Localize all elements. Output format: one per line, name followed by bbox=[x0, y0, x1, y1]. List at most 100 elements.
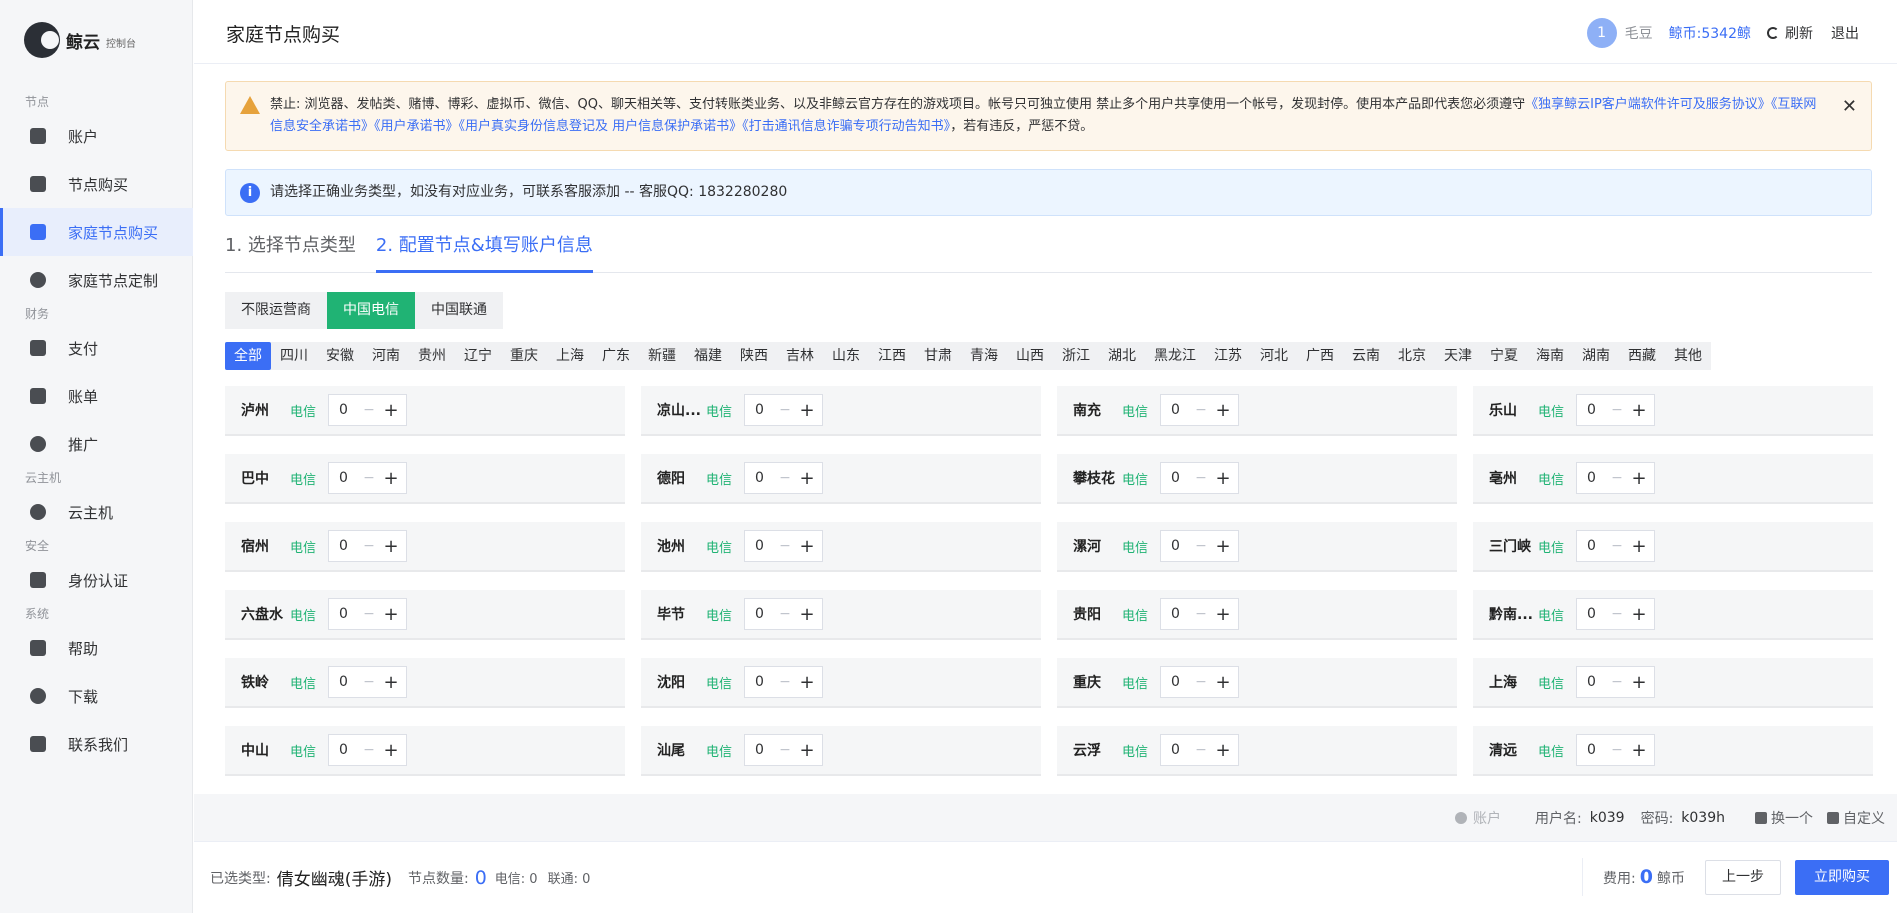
isp-telecom-button[interactable]: 中国电信 bbox=[327, 292, 415, 329]
quantity-stepper[interactable]: 0− + bbox=[328, 530, 407, 562]
quantity-stepper[interactable]: 0− + bbox=[328, 598, 407, 630]
quantity-value[interactable]: 0 bbox=[1161, 606, 1191, 622]
quantity-value[interactable]: 0 bbox=[329, 606, 359, 622]
increment-button[interactable]: + bbox=[1211, 604, 1235, 625]
increment-button[interactable]: + bbox=[1627, 536, 1651, 557]
decrement-button[interactable]: − bbox=[775, 402, 795, 418]
increment-button[interactable]: + bbox=[379, 400, 403, 421]
increment-button[interactable]: + bbox=[795, 604, 819, 625]
increment-button[interactable]: + bbox=[379, 468, 403, 489]
decrement-button[interactable]: − bbox=[775, 606, 795, 622]
region-tab[interactable]: 辽宁 bbox=[455, 342, 501, 370]
region-tab[interactable]: 四川 bbox=[271, 342, 317, 370]
quantity-value[interactable]: 0 bbox=[745, 402, 775, 418]
region-tab[interactable]: 湖北 bbox=[1099, 342, 1145, 370]
increment-button[interactable]: + bbox=[379, 740, 403, 761]
quantity-stepper[interactable]: 0− + bbox=[328, 394, 407, 426]
quantity-value[interactable]: 0 bbox=[329, 402, 359, 418]
increment-button[interactable]: + bbox=[795, 468, 819, 489]
quantity-stepper[interactable]: 0− + bbox=[1160, 734, 1239, 766]
quantity-stepper[interactable]: 0− + bbox=[1576, 394, 1655, 426]
isp-any-button[interactable]: 不限运营商 bbox=[225, 292, 327, 329]
decrement-button[interactable]: − bbox=[1607, 538, 1627, 554]
logout-button[interactable]: 退出 bbox=[1831, 23, 1859, 43]
quantity-stepper[interactable]: 0− + bbox=[328, 734, 407, 766]
quantity-value[interactable]: 0 bbox=[745, 606, 775, 622]
decrement-button[interactable]: − bbox=[1191, 674, 1211, 690]
buy-now-button[interactable]: 立即购买 bbox=[1795, 859, 1889, 895]
quantity-value[interactable]: 0 bbox=[1577, 606, 1607, 622]
sidebar-item-help[interactable]: 帮助 bbox=[0, 624, 193, 672]
increment-button[interactable]: + bbox=[1627, 468, 1651, 489]
isp-unicom-button[interactable]: 中国联通 bbox=[415, 292, 503, 329]
increment-button[interactable]: + bbox=[379, 604, 403, 625]
sidebar-item-cloud[interactable]: 云主机 bbox=[0, 488, 193, 536]
increment-button[interactable]: + bbox=[379, 536, 403, 557]
quantity-stepper[interactable]: 0− + bbox=[1576, 530, 1655, 562]
increment-button[interactable]: + bbox=[1211, 468, 1235, 489]
quantity-value[interactable]: 0 bbox=[329, 538, 359, 554]
region-tab[interactable]: 浙江 bbox=[1053, 342, 1099, 370]
region-tab[interactable]: 重庆 bbox=[501, 342, 547, 370]
sidebar-item-home-node[interactable]: 家庭节点购买 bbox=[0, 208, 193, 256]
warning-link-3[interactable]: 《用户承诺书》 bbox=[374, 119, 459, 134]
quantity-value[interactable]: 0 bbox=[1577, 402, 1607, 418]
region-tab[interactable]: 吉林 bbox=[777, 342, 823, 370]
decrement-button[interactable]: − bbox=[359, 470, 379, 486]
decrement-button[interactable]: − bbox=[1191, 538, 1211, 554]
increment-button[interactable]: + bbox=[795, 536, 819, 557]
decrement-button[interactable]: − bbox=[1607, 742, 1627, 758]
warning-link-1[interactable]: 《独享鲸云IP客户端软件许可及服务协议》 bbox=[1525, 97, 1771, 112]
quantity-value[interactable]: 0 bbox=[745, 674, 775, 690]
quantity-value[interactable]: 0 bbox=[745, 538, 775, 554]
sidebar-item-headset[interactable]: 联系我们 bbox=[0, 720, 193, 768]
quantity-value[interactable]: 0 bbox=[329, 674, 359, 690]
quantity-value[interactable]: 0 bbox=[1161, 402, 1191, 418]
sidebar-item-wallet[interactable]: 支付 bbox=[0, 324, 193, 372]
region-tab[interactable]: 山东 bbox=[823, 342, 869, 370]
prev-step-button[interactable]: 上一步 bbox=[1705, 859, 1781, 895]
close-icon[interactable]: ✕ bbox=[1842, 96, 1857, 118]
increment-button[interactable]: + bbox=[1627, 604, 1651, 625]
region-tab[interactable]: 西藏 bbox=[1619, 342, 1665, 370]
decrement-button[interactable]: − bbox=[775, 470, 795, 486]
quantity-stepper[interactable]: 0− + bbox=[1576, 734, 1655, 766]
quantity-value[interactable]: 0 bbox=[1577, 742, 1607, 758]
quantity-value[interactable]: 0 bbox=[1577, 538, 1607, 554]
increment-button[interactable]: + bbox=[1211, 672, 1235, 693]
custom-account-button[interactable]: 自定义 bbox=[1827, 808, 1885, 828]
region-tab[interactable]: 河北 bbox=[1251, 342, 1297, 370]
quantity-value[interactable]: 0 bbox=[1161, 742, 1191, 758]
quantity-value[interactable]: 0 bbox=[329, 742, 359, 758]
quantity-value[interactable]: 0 bbox=[745, 742, 775, 758]
decrement-button[interactable]: − bbox=[359, 674, 379, 690]
sidebar-item-node[interactable]: 节点购买 bbox=[0, 160, 193, 208]
quantity-value[interactable]: 0 bbox=[1577, 674, 1607, 690]
decrement-button[interactable]: − bbox=[1607, 402, 1627, 418]
increment-button[interactable]: + bbox=[379, 672, 403, 693]
decrement-button[interactable]: − bbox=[1607, 674, 1627, 690]
quantity-stepper[interactable]: 0− + bbox=[1160, 394, 1239, 426]
sidebar-item-shield[interactable]: 身份认证 bbox=[0, 556, 193, 604]
increment-button[interactable]: + bbox=[795, 740, 819, 761]
region-tab[interactable]: 北京 bbox=[1389, 342, 1435, 370]
region-tab[interactable]: 福建 bbox=[685, 342, 731, 370]
region-tab[interactable]: 海南 bbox=[1527, 342, 1573, 370]
quantity-stepper[interactable]: 0− + bbox=[1576, 666, 1655, 698]
coin-balance[interactable]: 鲸币:5342鲸 bbox=[1669, 23, 1751, 43]
sidebar-item-bill[interactable]: 账单 bbox=[0, 372, 193, 420]
tab-configure-node[interactable]: 2. 配置节点&填写账户信息 bbox=[375, 233, 593, 273]
username-value[interactable]: k039 bbox=[1590, 810, 1625, 826]
warning-link-4[interactable]: 《用户真实身份信息登记及 用户信息保护承诺书》 bbox=[459, 119, 743, 134]
sidebar-item-user-card[interactable]: 账户 bbox=[0, 112, 193, 160]
increment-button[interactable]: + bbox=[795, 672, 819, 693]
refresh-button[interactable]: 刷新 bbox=[1767, 23, 1813, 43]
region-tab[interactable]: 宁夏 bbox=[1481, 342, 1527, 370]
quantity-stepper[interactable]: 0− + bbox=[1576, 598, 1655, 630]
quantity-stepper[interactable]: 0− + bbox=[1160, 462, 1239, 494]
quantity-value[interactable]: 0 bbox=[1161, 674, 1191, 690]
quantity-value[interactable]: 0 bbox=[329, 470, 359, 486]
decrement-button[interactable]: − bbox=[1191, 402, 1211, 418]
sidebar-item-download[interactable]: 下载 bbox=[0, 672, 193, 720]
quantity-stepper[interactable]: 0− + bbox=[1160, 598, 1239, 630]
